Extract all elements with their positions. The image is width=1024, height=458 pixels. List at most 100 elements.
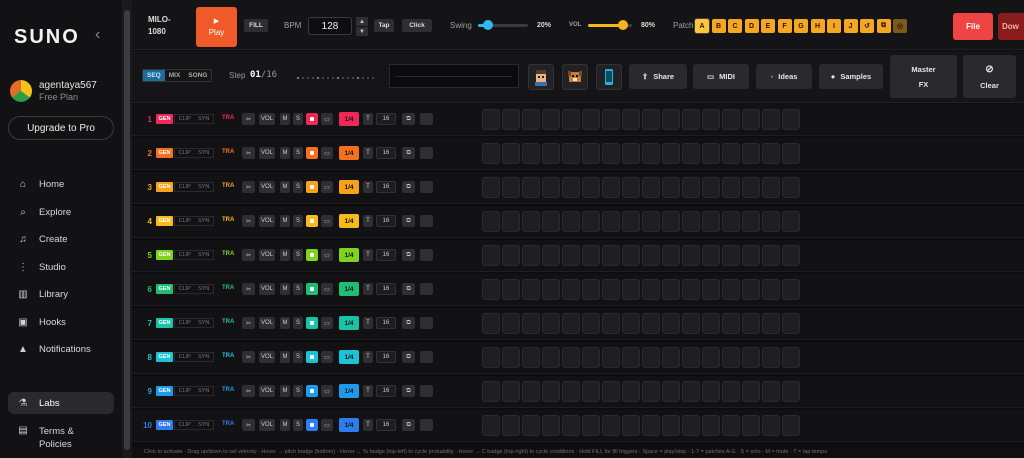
step-cell[interactable]: [522, 211, 540, 232]
step-cell[interactable]: [722, 143, 740, 164]
step-cell[interactable]: [722, 313, 740, 334]
step-cell[interactable]: [582, 109, 600, 130]
ideas-button[interactable]: ◦ Ideas: [756, 64, 812, 89]
folder-icon[interactable]: ▭: [321, 181, 333, 193]
copy-icon[interactable]: ⧉: [402, 283, 415, 295]
step-cell[interactable]: [762, 109, 780, 130]
copy-icon[interactable]: ⧉: [402, 351, 415, 363]
step-cell[interactable]: [742, 177, 760, 198]
syn-toggle[interactable]: SYN: [198, 422, 209, 428]
step-cell[interactable]: [702, 211, 720, 232]
step-cell[interactable]: [682, 313, 700, 334]
step-cell[interactable]: [582, 245, 600, 266]
syn-toggle[interactable]: SYN: [198, 320, 209, 326]
transpose-button[interactable]: T: [363, 181, 373, 193]
transpose-button[interactable]: T: [363, 215, 373, 227]
step-cell[interactable]: [782, 177, 800, 198]
step-cell[interactable]: [722, 211, 740, 232]
solo-button[interactable]: S: [293, 351, 303, 363]
mode-mix[interactable]: MIX: [165, 70, 185, 81]
bpm-increment-icon[interactable]: ▲: [356, 17, 368, 26]
track-options-button[interactable]: [420, 181, 433, 193]
step-cell[interactable]: [482, 279, 500, 300]
mode-seq[interactable]: SEQ: [143, 70, 165, 81]
mute-button[interactable]: M: [280, 181, 290, 193]
step-cell[interactable]: [482, 415, 500, 436]
clip-toggle[interactable]: CLIP: [179, 320, 191, 326]
mute-button[interactable]: M: [280, 419, 290, 431]
solo-button[interactable]: S: [293, 215, 303, 227]
volume-button[interactable]: VOL: [259, 215, 275, 227]
copy-icon[interactable]: ⧉: [402, 385, 415, 397]
step-cell[interactable]: [502, 279, 520, 300]
step-division-button[interactable]: 1/4: [339, 418, 359, 432]
step-count-field[interactable]: 16: [376, 283, 396, 295]
syn-toggle[interactable]: SYN: [198, 184, 209, 190]
syn-toggle[interactable]: SYN: [198, 252, 209, 258]
step-cell[interactable]: [642, 279, 660, 300]
step-cell[interactable]: [622, 245, 640, 266]
step-cell[interactable]: [502, 143, 520, 164]
step-cell[interactable]: [782, 109, 800, 130]
character-avatar-icon[interactable]: [528, 64, 554, 90]
step-cell[interactable]: [702, 109, 720, 130]
solo-button[interactable]: S: [293, 113, 303, 125]
clip-toggle[interactable]: CLIP: [179, 218, 191, 224]
step-cell[interactable]: [642, 347, 660, 368]
scissors-icon[interactable]: ✂: [242, 385, 255, 397]
step-cell[interactable]: [702, 381, 720, 402]
step-cell[interactable]: [682, 177, 700, 198]
step-cell[interactable]: [762, 313, 780, 334]
mute-button[interactable]: M: [280, 249, 290, 261]
clip-toggle[interactable]: CLIP: [179, 354, 191, 360]
bpm-decrement-icon[interactable]: ▼: [356, 27, 368, 36]
step-cell[interactable]: [742, 279, 760, 300]
transpose-button[interactable]: T: [363, 249, 373, 261]
step-cell[interactable]: [582, 415, 600, 436]
transpose-button[interactable]: T: [363, 147, 373, 159]
step-cell[interactable]: [742, 415, 760, 436]
step-cell[interactable]: [562, 313, 580, 334]
scissors-icon[interactable]: ✂: [242, 147, 255, 159]
step-cell[interactable]: [582, 143, 600, 164]
step-cell[interactable]: [602, 143, 620, 164]
step-division-button[interactable]: 1/4: [339, 282, 359, 296]
scrollbar-thumb[interactable]: [124, 10, 130, 450]
track-color-icon[interactable]: [306, 317, 318, 329]
volume-button[interactable]: VOL: [259, 113, 275, 125]
step-cell[interactable]: [522, 279, 540, 300]
step-cell[interactable]: [642, 177, 660, 198]
track-type-label[interactable]: TRA: [222, 319, 234, 325]
clip-toggle[interactable]: CLIP: [179, 184, 191, 190]
step-cell[interactable]: [542, 211, 560, 232]
copy-icon[interactable]: ⧉: [402, 419, 415, 431]
username[interactable]: agentaya567: [39, 80, 97, 91]
volume-button[interactable]: VOL: [259, 283, 275, 295]
step-cell[interactable]: [722, 109, 740, 130]
step-division-button[interactable]: 1/4: [339, 112, 359, 126]
folder-icon[interactable]: ▭: [321, 113, 333, 125]
clip-toggle[interactable]: CLIP: [179, 388, 191, 394]
scissors-icon[interactable]: ✂: [242, 181, 255, 193]
step-cell[interactable]: [542, 381, 560, 402]
collapse-sidebar-icon[interactable]: ‹: [95, 26, 100, 44]
folder-icon[interactable]: ▭: [321, 283, 333, 295]
solo-button[interactable]: S: [293, 317, 303, 329]
step-cell[interactable]: [782, 347, 800, 368]
step-cell[interactable]: [642, 109, 660, 130]
step-cell[interactable]: [642, 211, 660, 232]
folder-icon[interactable]: ▭: [321, 147, 333, 159]
clip-toggle[interactable]: CLIP: [179, 116, 191, 122]
step-cell[interactable]: [762, 245, 780, 266]
clip-toggle[interactable]: CLIP: [179, 286, 191, 292]
step-cell[interactable]: [542, 245, 560, 266]
sidebar-item-terms-policies[interactable]: ▤ Terms & Policies: [8, 422, 114, 452]
step-cell[interactable]: [622, 279, 640, 300]
step-cell[interactable]: [622, 211, 640, 232]
avatar[interactable]: [10, 80, 32, 102]
swing-slider-knob[interactable]: [483, 20, 493, 30]
volume-slider-knob[interactable]: [618, 20, 629, 30]
patch-button-c[interactable]: C: [728, 19, 742, 33]
step-cell[interactable]: [762, 211, 780, 232]
copy-icon[interactable]: ⧉: [402, 249, 415, 261]
